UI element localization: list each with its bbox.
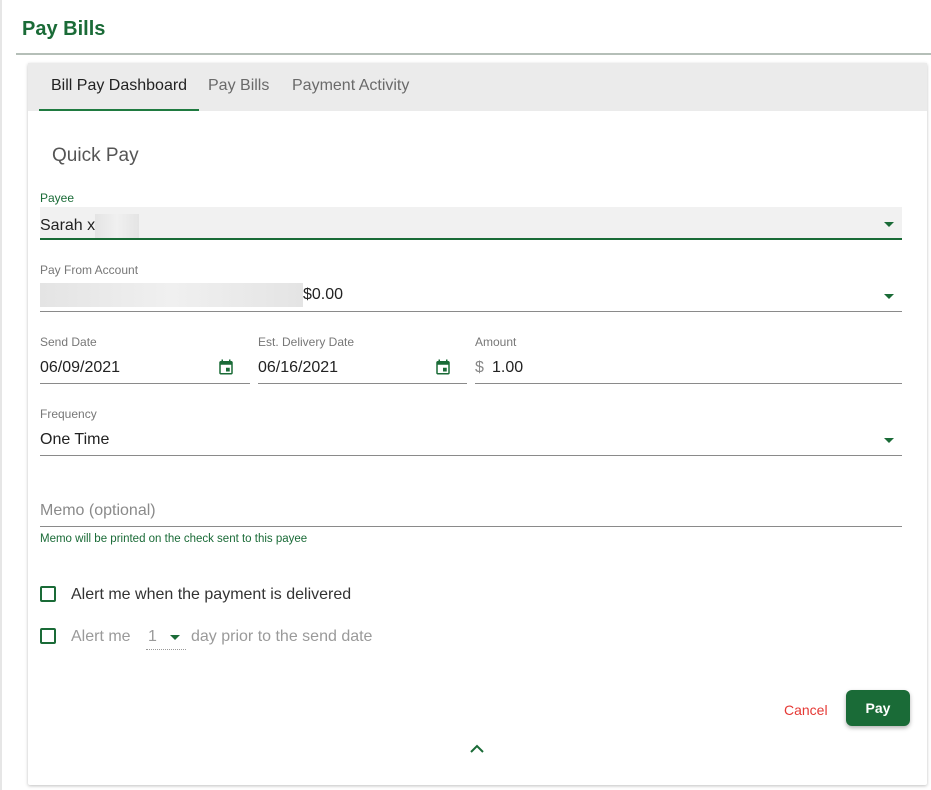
send-date-input[interactable]: Send Date 06/09/2021 [40, 335, 250, 385]
delivery-date-label: Est. Delivery Date [258, 335, 355, 349]
tab-pay-bills[interactable]: Pay Bills [196, 63, 281, 111]
send-date-label: Send Date [40, 335, 97, 349]
frequency-select[interactable]: Frequency One Time [40, 407, 902, 457]
tab-payment-activity[interactable]: Payment Activity [280, 63, 421, 111]
chevron-down-icon [884, 294, 894, 299]
chevron-down-icon [884, 438, 894, 443]
title-divider [16, 53, 931, 55]
chevron-down-icon [884, 222, 894, 227]
left-border [0, 0, 2, 790]
frequency-label: Frequency [40, 407, 97, 421]
alert-days-select[interactable]: 1 [146, 625, 186, 650]
chevron-down-icon [170, 635, 180, 640]
pay-from-label: Pay From Account [40, 263, 139, 277]
section-title: Quick Pay [52, 145, 139, 166]
memo-placeholder: Memo (optional) [40, 502, 156, 519]
alert-prior-checkbox[interactable] [40, 628, 56, 644]
redacted-block [95, 214, 140, 238]
amount-underline [475, 383, 902, 384]
payee-field-bg [40, 207, 902, 239]
memo-input[interactable]: Memo (optional) [40, 501, 902, 529]
chevron-up-icon[interactable] [469, 743, 485, 755]
currency-prefix: $ [475, 359, 484, 376]
calendar-icon[interactable] [434, 358, 452, 376]
frequency-underline [40, 455, 902, 456]
payee-name: Sarah x [40, 217, 96, 235]
alert-prior-row: Alert me 1 day prior to the send date [40, 625, 440, 650]
calendar-icon[interactable] [217, 358, 235, 376]
memo-hint: Memo will be printed on the check sent t… [40, 533, 308, 545]
pay-from-account-select[interactable]: Pay From Account $0.00 [40, 263, 902, 313]
alert-delivered-checkbox[interactable] [40, 586, 56, 602]
page-title: Pay Bills [22, 18, 106, 40]
delivery-date-value: 06/16/2021 [258, 359, 339, 376]
tab-bill-pay-dashboard[interactable]: Bill Pay Dashboard [39, 63, 200, 111]
delivery-date-underline [258, 383, 467, 384]
account-balance: $0.00 [303, 286, 344, 304]
redacted-account [40, 283, 303, 307]
cancel-button[interactable]: Cancel [778, 698, 834, 722]
pay-button[interactable]: Pay [846, 690, 910, 726]
memo-underline [40, 526, 902, 527]
payee-value: Sarah x [40, 214, 140, 238]
pay-from-value: $0.00 [40, 283, 343, 307]
pay-from-underline [40, 311, 902, 312]
delivery-date-input[interactable]: Est. Delivery Date 06/16/2021 [258, 335, 467, 385]
alert-delivered-label: Alert me when the payment is delivered [71, 586, 352, 603]
alert-days-value: 1 [148, 628, 157, 645]
alert-delivered-row: Alert me when the payment is delivered [40, 585, 440, 607]
alert-prior-suffix: day prior to the send date [191, 628, 373, 645]
send-date-value: 06/09/2021 [40, 359, 121, 376]
payee-underline [40, 238, 902, 240]
amount-value: 1.00 [492, 359, 524, 376]
quick-pay-card: Bill Pay Dashboard Pay Bills Payment Act… [28, 63, 927, 785]
payee-select[interactable]: Payee Sarah x [40, 191, 902, 241]
amount-input[interactable]: Amount $ 1.00 [475, 335, 902, 385]
tab-bar: Bill Pay Dashboard Pay Bills Payment Act… [28, 63, 927, 111]
amount-label: Amount [475, 335, 517, 349]
frequency-value: One Time [40, 431, 110, 448]
send-date-underline [40, 383, 250, 384]
alert-prior-prefix: Alert me [71, 628, 131, 645]
payee-label: Payee [40, 191, 75, 205]
